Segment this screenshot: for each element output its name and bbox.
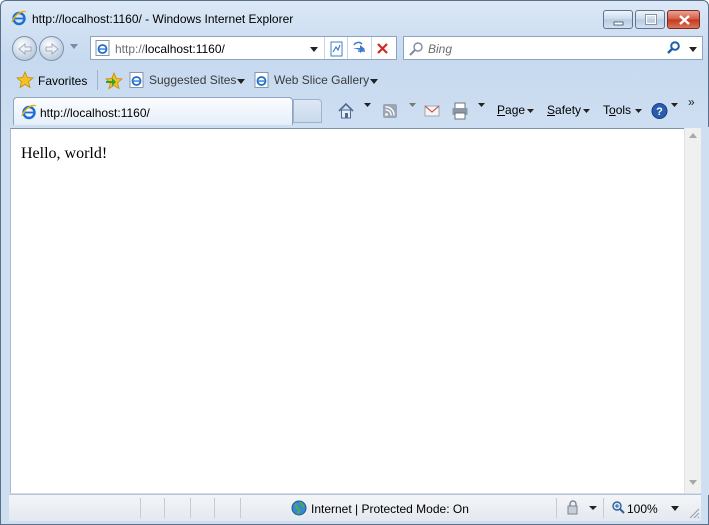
tab-label: http://localhost:1160/ bbox=[40, 106, 150, 120]
favorites-label: Favorites bbox=[38, 74, 88, 88]
back-button[interactable] bbox=[12, 36, 37, 61]
title-bar: http://localhost:1160/ - Windows Interne… bbox=[1, 1, 708, 33]
address-bar[interactable]: http://localhost:1160/ bbox=[90, 36, 397, 60]
feeds-dropdown-icon[interactable] bbox=[409, 103, 416, 108]
zoom-dropdown-icon[interactable] bbox=[671, 506, 679, 511]
tools-menu[interactable]: Tools bbox=[603, 101, 645, 121]
print-icon[interactable] bbox=[451, 101, 469, 121]
tools-menu-label: Tools bbox=[603, 103, 632, 117]
command-bar-overflow[interactable]: » bbox=[688, 95, 695, 109]
help-icon[interactable]: ? bbox=[651, 101, 668, 121]
search-go-icon[interactable] bbox=[666, 40, 682, 56]
home-dropdown-icon[interactable] bbox=[364, 103, 371, 108]
status-separator bbox=[190, 498, 191, 518]
vertical-scrollbar[interactable] bbox=[684, 128, 701, 493]
tab-localhost[interactable]: http://localhost:1160/ bbox=[13, 97, 293, 125]
minimize-icon bbox=[613, 21, 624, 26]
window-frame-right bbox=[701, 127, 709, 495]
resize-grip-icon[interactable] bbox=[688, 507, 700, 519]
chevron-down-icon bbox=[237, 79, 245, 84]
chevron-down-icon bbox=[527, 109, 534, 113]
page-menu-label: Page bbox=[497, 103, 526, 117]
web-slice-gallery-button[interactable]: Web Slice Gallery bbox=[254, 70, 380, 92]
ie-logo-icon bbox=[11, 10, 27, 26]
favorites-bar: Favorites Suggested Sites Web Slice Gall… bbox=[1, 65, 708, 95]
page-body-text: Hello, world! bbox=[21, 145, 108, 162]
scroll-up-arrow-icon[interactable] bbox=[689, 133, 697, 139]
tab-row: http://localhost:1160/ Page Safety Tools… bbox=[1, 95, 708, 127]
security-lock-icon[interactable] bbox=[565, 500, 599, 516]
safety-menu[interactable]: Safety bbox=[547, 101, 593, 121]
status-separator bbox=[140, 498, 141, 518]
search-placeholder[interactable]: Bing bbox=[428, 42, 452, 56]
maximize-button[interactable] bbox=[635, 10, 665, 29]
search-icon bbox=[409, 42, 423, 56]
suggested-sites-button[interactable]: Suggested Sites bbox=[129, 70, 247, 92]
internet-globe-icon bbox=[291, 500, 307, 516]
window-title: http://localhost:1160/ - Windows Interne… bbox=[32, 12, 294, 26]
recent-pages-dropdown-icon[interactable] bbox=[69, 42, 79, 50]
status-separator bbox=[164, 498, 165, 518]
address-dropdown-icon[interactable] bbox=[306, 41, 322, 57]
safety-menu-label: Safety bbox=[547, 103, 582, 117]
compatibility-view-icon[interactable] bbox=[328, 40, 346, 58]
status-separator bbox=[240, 498, 241, 518]
close-icon bbox=[679, 15, 690, 25]
search-box[interactable]: Bing bbox=[403, 36, 703, 60]
zoom-magnifier-icon bbox=[612, 501, 625, 514]
status-separator bbox=[214, 498, 215, 518]
web-slice-gallery-label: Web Slice Gallery bbox=[274, 73, 370, 87]
help-dropdown-icon[interactable] bbox=[671, 103, 678, 108]
maximize-icon bbox=[645, 14, 657, 25]
page-menu[interactable]: Page bbox=[497, 101, 537, 121]
close-button[interactable] bbox=[667, 10, 700, 29]
chevron-down-icon bbox=[583, 109, 590, 113]
minimize-button[interactable] bbox=[603, 10, 633, 29]
suggested-sites-label: Suggested Sites bbox=[149, 73, 237, 87]
address-separator bbox=[371, 37, 372, 59]
back-arrow-icon bbox=[18, 43, 32, 55]
web-slice-gallery-icon bbox=[254, 72, 269, 88]
status-bar: Internet | Protected Mode: On 100% bbox=[9, 494, 701, 521]
stop-icon[interactable] bbox=[374, 40, 392, 58]
home-icon[interactable] bbox=[337, 101, 355, 121]
address-separator bbox=[324, 37, 325, 59]
favorites-separator bbox=[97, 70, 98, 90]
tab-ie-icon bbox=[21, 104, 37, 120]
add-favorites-icon[interactable] bbox=[105, 72, 123, 90]
refresh-icon[interactable] bbox=[350, 40, 368, 58]
address-separator bbox=[347, 37, 348, 59]
forward-arrow-icon bbox=[45, 43, 59, 55]
page-content[interactable]: Hello, world! bbox=[10, 128, 684, 493]
svg-text:?: ? bbox=[656, 106, 663, 118]
feeds-icon[interactable] bbox=[382, 101, 398, 121]
search-options-dropdown-icon[interactable] bbox=[687, 41, 699, 57]
chevron-down-icon bbox=[635, 109, 642, 113]
page-ie-icon bbox=[95, 40, 110, 56]
forward-button[interactable] bbox=[39, 36, 64, 61]
favorites-star-icon bbox=[16, 71, 34, 89]
browser-window: http://localhost:1160/ - Windows Interne… bbox=[0, 0, 709, 525]
zoom-label: 100% bbox=[627, 502, 658, 516]
security-zone-label: Internet | Protected Mode: On bbox=[311, 502, 469, 516]
address-url[interactable]: http://localhost:1160/ bbox=[115, 42, 225, 56]
status-separator bbox=[603, 498, 604, 518]
new-tab-button[interactable] bbox=[293, 99, 322, 123]
scroll-down-arrow-icon[interactable] bbox=[689, 480, 697, 486]
suggested-sites-icon bbox=[129, 72, 144, 88]
print-dropdown-icon[interactable] bbox=[478, 103, 485, 108]
chevron-down-icon bbox=[370, 79, 378, 84]
status-separator bbox=[556, 498, 557, 518]
read-mail-icon[interactable] bbox=[424, 101, 440, 121]
